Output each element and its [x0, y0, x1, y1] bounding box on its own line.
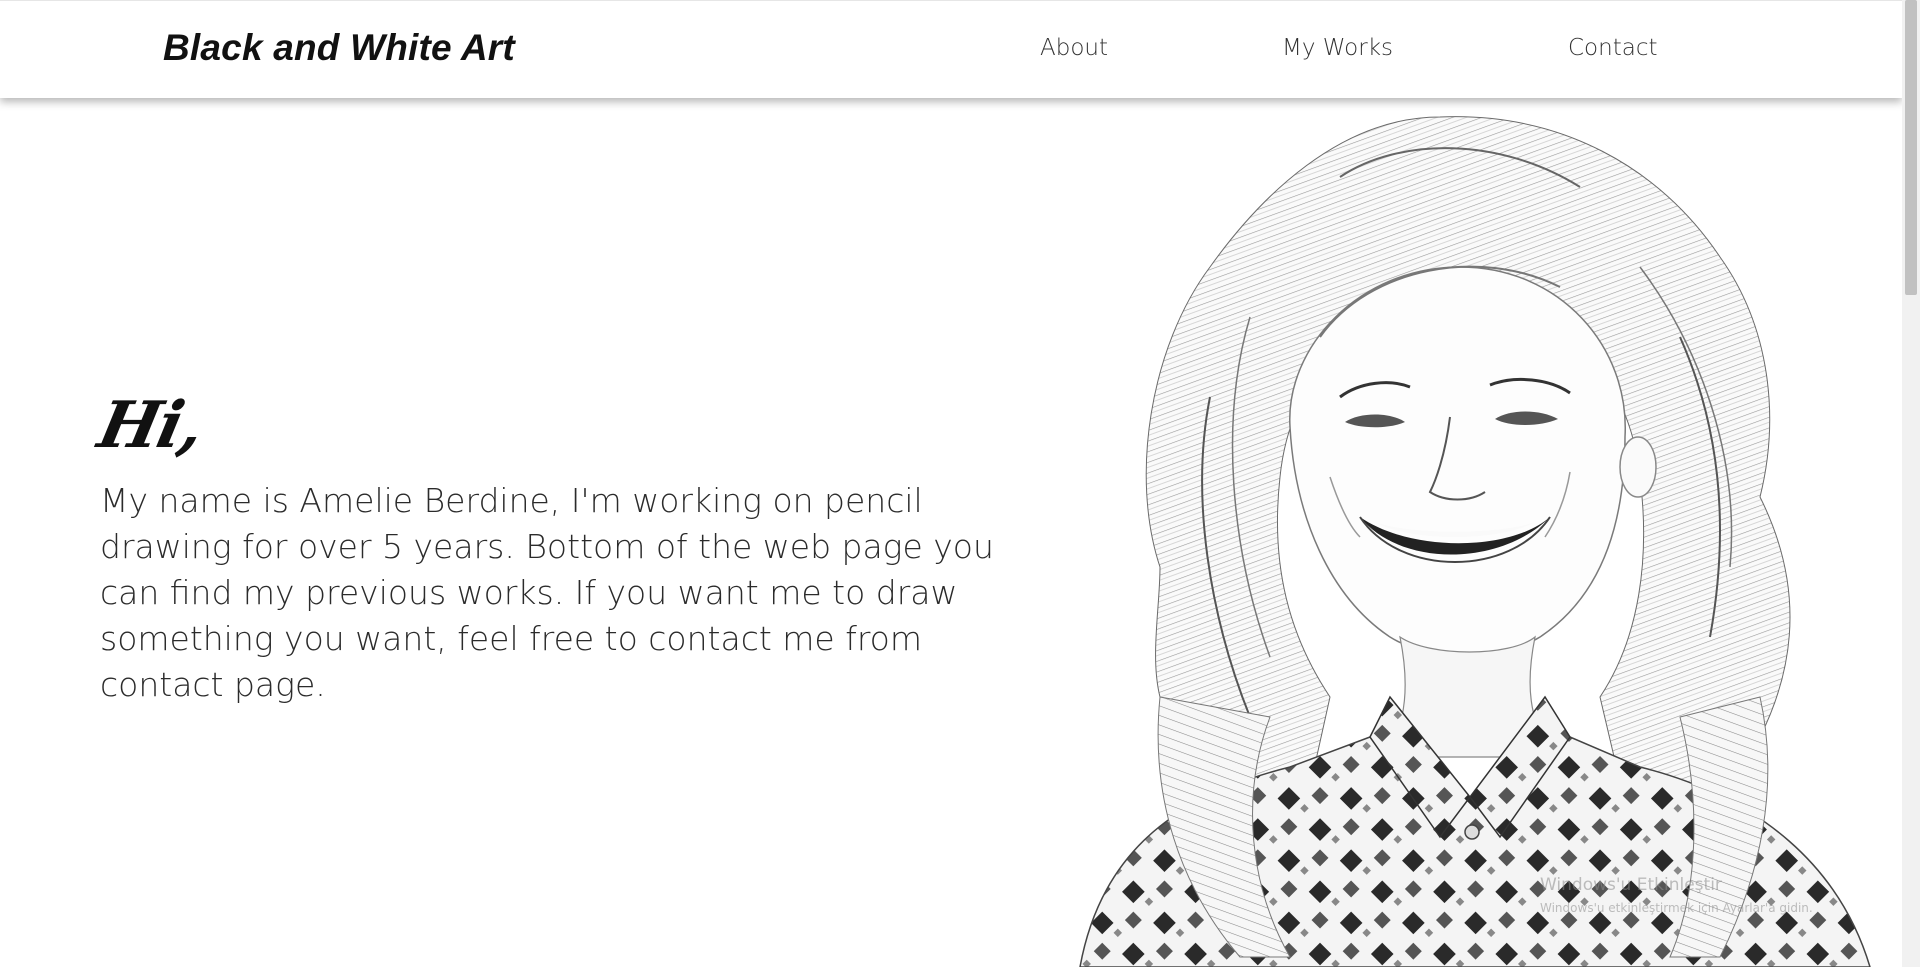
portrait-sketch-image — [1079, 116, 1871, 967]
hero-greeting: Hi, — [92, 388, 210, 463]
scrollbar-thumb[interactable] — [1905, 0, 1917, 295]
nav-my-works-link[interactable]: My Works — [1282, 35, 1393, 61]
site-header: Black and White Art About My Works Conta… — [0, 0, 1902, 98]
nav-about-link[interactable]: About — [1040, 35, 1108, 61]
hero-intro-text: My name is Amelie Berdine, I'm working o… — [100, 481, 994, 704]
watermark-subtitle: Windows'u etkinleştirmek için Ayarlar'a … — [1540, 901, 1813, 915]
page: Black and White Art About My Works Conta… — [0, 0, 1920, 967]
nav-contact-link[interactable]: Contact — [1568, 35, 1657, 61]
watermark-title: Windows'u Etkinleştir — [1540, 875, 1722, 895]
vertical-scrollbar[interactable] — [1902, 0, 1920, 967]
windows-activation-watermark: Windows'u Etkinleştir Windows'u etkinleş… — [1540, 875, 1813, 915]
site-brand[interactable]: Black and White Art — [163, 27, 515, 69]
